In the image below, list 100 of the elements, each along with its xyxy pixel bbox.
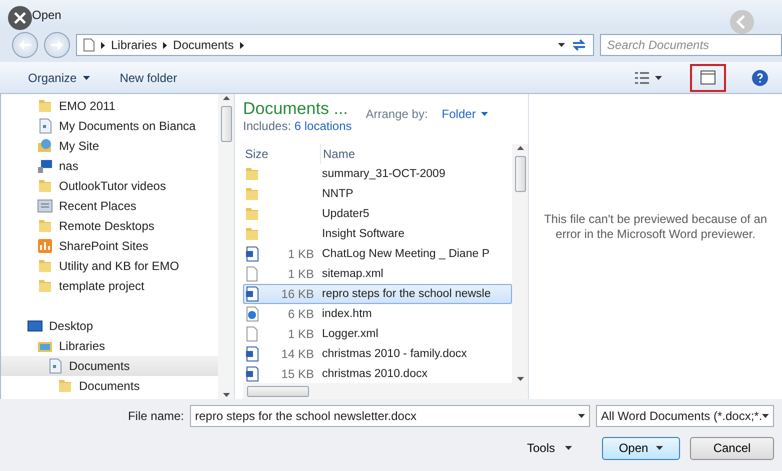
scroll-up-icon[interactable] — [516, 146, 524, 150]
preview-pane-button[interactable] — [690, 64, 726, 92]
nav-item[interactable]: nas — [1, 156, 218, 176]
list-view-icon — [635, 72, 649, 84]
forward-arrow-icon — [51, 40, 63, 50]
caret-icon — [578, 414, 585, 418]
help-icon[interactable] — [752, 70, 768, 86]
folder-icon — [37, 98, 53, 114]
arrange-by-label: Arrange by: — [366, 107, 428, 121]
nav-item-label: Documents — [79, 379, 140, 393]
file-row[interactable]: 1 KB Logger.xml — [243, 324, 512, 344]
file-name-label: File name: — [128, 409, 184, 423]
forward-button[interactable] — [44, 32, 70, 58]
nav-item[interactable]: SharePoint Sites — [1, 236, 218, 256]
window-title: Open — [32, 8, 62, 22]
file-row[interactable]: summary_31-OCT-2009 — [243, 164, 512, 184]
file-row[interactable]: Insight Software — [243, 224, 512, 244]
cancel-button[interactable]: Cancel — [690, 436, 774, 460]
file-name: Logger.xml — [322, 328, 380, 340]
file-name: christmas 2010.docx — [322, 368, 428, 380]
file-size: 15 KB — [280, 367, 314, 381]
word-document-icon — [244, 246, 260, 262]
folder-icon — [57, 378, 73, 394]
file-name: ChatLog New Meeting _ Diane P — [322, 248, 490, 260]
nav-item-label: Libraries — [59, 339, 106, 353]
views-button[interactable] — [633, 70, 664, 86]
library-title: Documents ... — [243, 99, 349, 119]
file-name: Insight Software — [322, 228, 406, 240]
scroll-down-icon[interactable] — [222, 393, 230, 397]
file-row[interactable]: 16 KB repro steps for the school newsle — [243, 284, 512, 304]
word-document-icon — [244, 346, 260, 362]
file-row[interactable]: 1 KB ChatLog New Meeting _ Diane P — [243, 244, 512, 264]
sharepoint-icon — [37, 238, 53, 254]
address-bar[interactable]: Libraries Documents — [76, 34, 594, 56]
horizontal-scrollbar[interactable] — [243, 383, 528, 399]
word-document-icon — [244, 286, 260, 302]
vertical-scrollbar[interactable] — [512, 144, 528, 383]
organize-menu[interactable]: Organize — [26, 68, 92, 86]
folder-icon — [244, 206, 260, 222]
arrange-by-dropdown[interactable]: Folder — [442, 107, 488, 121]
nav-item-label: Documents — [69, 359, 130, 373]
open-button[interactable]: Open — [602, 436, 680, 460]
folder-icon — [244, 186, 260, 202]
file-name-field[interactable]: repro steps for the school newsletter.docx — [190, 405, 590, 427]
nav-item[interactable]: OutlookTutor videos — [1, 176, 218, 196]
scroll-thumb[interactable] — [514, 156, 526, 192]
breadcrumb-arrow-icon — [163, 42, 168, 48]
file-size: 1 KB — [286, 247, 314, 261]
scroll-down-icon[interactable] — [516, 377, 524, 381]
preview-message: This file can't be previewed because of an error in the Microsoft Word previewer. — [542, 212, 768, 242]
nav-tree-item[interactable]: Documents — [1, 356, 218, 376]
breadcrumb[interactable]: Documents — [173, 38, 234, 52]
nav-item[interactable]: Recent Places — [1, 196, 218, 216]
file-type-dropdown[interactable]: All Word Documents (*.docx;*. — [596, 405, 774, 427]
nav-tree-item[interactable]: Libraries — [1, 336, 218, 356]
nav-item-label: Remote Desktops — [59, 219, 154, 233]
word-document-icon — [244, 366, 260, 382]
search-field[interactable]: Search Documents — [600, 34, 782, 56]
nav-item[interactable]: Utility and KB for EMO — [1, 256, 218, 276]
file-name: summary_31-OCT-2009 — [322, 168, 446, 180]
back-arrow-icon — [19, 40, 31, 50]
breadcrumb[interactable]: Libraries — [111, 38, 158, 52]
scroll-up-icon[interactable] — [222, 96, 230, 100]
web-page-icon — [244, 306, 260, 322]
includes-label: Includes: — [243, 119, 292, 133]
nav-item[interactable]: template project — [1, 276, 218, 296]
tools-menu[interactable]: Tools — [520, 440, 578, 456]
folder-icon — [37, 178, 53, 194]
caret-icon — [480, 112, 488, 116]
file-row[interactable]: Updater5 — [243, 204, 512, 224]
file-row[interactable]: NNTP — [243, 184, 512, 204]
file-row[interactable]: 6 KB index.htm — [243, 304, 512, 324]
nav-item-label: OutlookTutor videos — [59, 179, 166, 193]
new-folder-button[interactable]: New folder — [118, 68, 180, 86]
column-header[interactable]: Name — [321, 144, 512, 164]
scroll-thumb[interactable] — [247, 386, 309, 396]
refresh-icon[interactable] — [571, 38, 587, 52]
nav-item[interactable]: My Site — [1, 136, 218, 156]
folder-icon — [37, 258, 53, 274]
blank-file-icon — [244, 326, 260, 342]
folder-icon — [37, 278, 53, 294]
file-name: index.htm — [322, 308, 373, 320]
nav-item[interactable]: My Documents on Bianca — [1, 116, 218, 136]
column-header[interactable]: Size — [243, 144, 321, 164]
vertical-scrollbar[interactable] — [218, 94, 234, 399]
nav-item[interactable]: EMO 2011 — [1, 96, 218, 116]
nav-tree-item[interactable]: Desktop — [1, 316, 218, 336]
nav-item-label: My Site — [59, 139, 100, 153]
locations-link[interactable]: 6 locations — [294, 119, 352, 133]
file-row[interactable]: 1 KB sitemap.xml — [243, 264, 512, 284]
nav-tree-item[interactable]: Documents — [1, 376, 218, 396]
file-row[interactable]: 14 KB christmas 2010 - family.docx — [243, 344, 512, 364]
file-row[interactable]: 15 KB christmas 2010.docx — [243, 364, 512, 383]
file-name: Updater5 — [322, 208, 370, 220]
network-computer-icon — [37, 158, 53, 174]
file-name: repro steps for the school newsle — [322, 288, 492, 300]
scroll-thumb[interactable] — [220, 106, 232, 142]
nav-item[interactable]: Remote Desktops — [1, 216, 218, 236]
file-name: christmas 2010 - family.docx — [322, 348, 468, 360]
blank-file-icon — [244, 266, 260, 282]
